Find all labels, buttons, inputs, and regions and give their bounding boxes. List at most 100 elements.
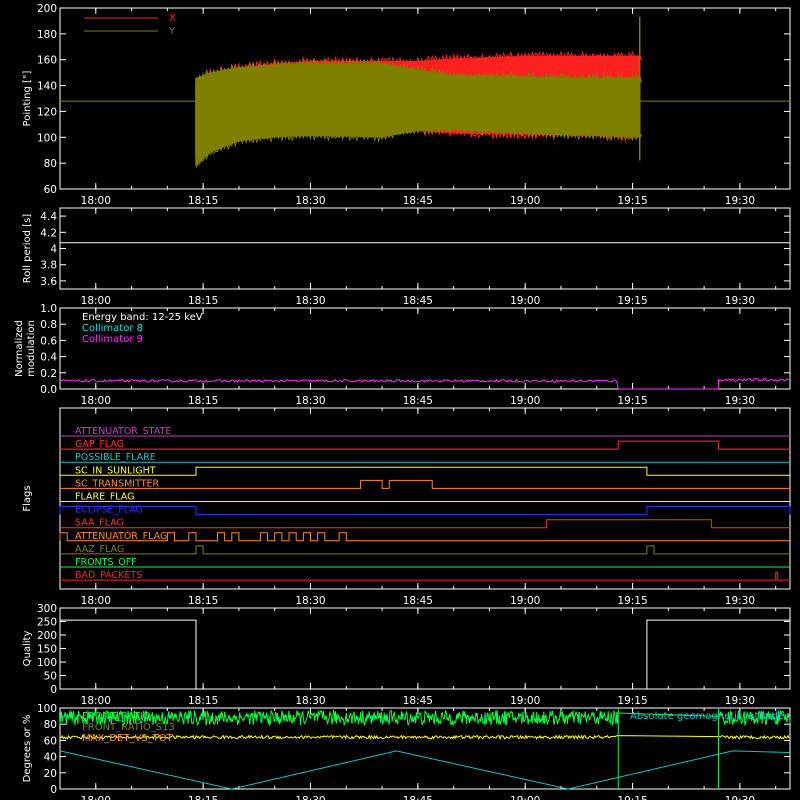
modulation-xtick-label: 18:30 [295,395,325,407]
roll-ytick-label: 3.6 [40,276,57,288]
ratios-ytick-label: 0 [50,784,57,796]
quality-ytick-label: 300 [37,603,57,615]
pointing-xtick-label: 18:30 [295,195,325,207]
modulation-collimator-9-line [59,377,789,390]
roll-xtick-label: 19:00 [510,295,540,307]
ratios-ytick-label: 40 [44,752,57,764]
flag-label-gap_flag: GAP_FLAG [75,439,124,450]
ratios-xtick-label: 18:15 [188,795,218,800]
flags-xtick-label: 19:30 [725,595,755,607]
ratios-legend-2: MAX_DET_VS_TOT [82,733,174,744]
roll-ylabel: Roll period [s] [22,214,33,283]
quality-ytick-label: 200 [37,630,57,642]
ratios-ytick-label: 80 [44,719,57,731]
quality-xtick-label: 18:00 [81,695,111,707]
flag-label-fronts_off: FRONTS_OFF [75,557,137,568]
pointing-ytick-label: 160 [37,55,57,67]
pointing-ytick-label: 140 [37,81,57,93]
ratios-xtick-label: 18:00 [81,795,111,800]
flags-xtick-label: 18:45 [403,595,433,607]
flag-label-sc_transmitter: SC_TRANSMITTER [75,478,160,489]
roll-xtick-label: 19:15 [617,295,647,307]
roll-frame [59,207,791,290]
figure-canvas: Pointing ["]608010012014016018020018:00 1… [14,3,791,800]
pointing-xtick-label: 18:45 [403,195,433,207]
flag-label-attenuator_flag: ATTENUATOR_FLAG [75,531,167,542]
flags-xtick-label: 18:15 [188,595,218,607]
ratios-latitude-line [59,750,791,790]
modulation-ytick-label: 0.8 [40,319,57,331]
roll-xtick-label: 18:00 [81,295,111,307]
roll-xtick-label: 18:30 [295,295,325,307]
ratios-xtick-label: 19:30 [725,795,755,800]
pointing-xtick-label: 19:15 [617,195,647,207]
flag-label-aaz_flag: AAZ_FLAG [75,544,124,555]
quality-xtick-label: 19:00 [510,695,540,707]
quality-ylabel: Quality [22,631,33,667]
modulation-ytick-label: 0.2 [40,368,57,380]
roll-ytick-label: 3.8 [40,260,57,272]
pointing-ytick-label: 180 [37,29,57,41]
flag-line-saa_flag [60,519,790,529]
modulation-ylabel: Normalized [14,320,25,377]
ratios-xtick-label: 19:00 [510,795,540,800]
ratios-ylabel: Degrees or % [22,715,33,783]
quality-xtick-label: 19:30 [725,695,755,707]
roll-xtick-label: 19:30 [725,295,755,307]
quality-xtick-label: 19:15 [617,695,647,707]
modulation-xtick-label: 18:15 [188,395,218,407]
flag-line-sc_transmitter [60,479,790,489]
quality-xtick-label: 18:30 [295,695,325,707]
ratios-xtick-label: 18:45 [403,795,433,800]
modulation-legend-1: Collimator 8 [82,323,143,334]
flags-ylabel: Flags [22,485,33,511]
quality-ytick-label: 0 [50,684,57,696]
modulation-xtick-label: 19:15 [617,395,647,407]
flag-label-bad_packets: BAD_PACKETS [75,570,142,581]
roll-xtick-label: 18:15 [188,295,218,307]
flag-line-eclipse_flag [59,506,791,516]
roll-ytick-label: 4 [50,244,57,256]
ratios-ytick-label: 100 [37,703,57,715]
pointing-xtick-label: 19:00 [510,195,540,207]
quality-ytick-label: 250 [37,617,57,629]
ratios-legend-1: FRONT_RATIO_S13 [82,722,175,733]
modulation-xtick-label: 19:30 [725,395,755,407]
ratios-xtick-label: 18:30 [295,795,325,800]
ratios-annotation: Absolute geomagnetic latitude [630,711,784,722]
pointing-ytick-label: 60 [44,184,57,196]
quality-xtick-label: 18:15 [188,695,218,707]
flag-line-aaz_flag [60,545,790,555]
flag-label-sc_in_sunlight: SC_IN_SUNLIGHT [75,465,156,476]
modulation-xtick-label: 19:00 [510,395,540,407]
roll-xtick-label: 18:45 [403,295,433,307]
flag-line-attenuator_flag [59,532,790,542]
flag-label-attenuator_state: ATTENUATOR_STATE [75,426,171,437]
quality-line [60,619,790,690]
pointing-legend-label-X: X [169,13,176,24]
modulation-legend-0: Energy band: 12-25 keV [82,312,203,323]
quality-ytick-label: 100 [37,657,57,669]
flags-xtick-label: 18:00 [81,595,111,607]
quality-xtick-label: 18:45 [403,695,433,707]
roll-ytick-label: 4.2 [40,227,57,239]
modulation-xtick-label: 18:45 [403,395,433,407]
flag-label-eclipse_flag: ECLIPSE_FLAG [75,505,143,516]
pointing-ytick-label: 120 [37,106,57,118]
modulation-xtick-label: 18:00 [81,395,111,407]
flag-label-saa_flag: SAA_FLAG [75,518,124,529]
roll-ytick-label: 4.4 [40,211,57,223]
modulation-ylabel-2: modulation [26,320,37,377]
quality-ytick-label: 150 [37,644,57,656]
ratios-xtick-label: 19:15 [617,795,647,800]
pointing-ytick-label: 80 [44,158,57,170]
modulation-ytick-label: 0.6 [40,335,57,347]
ratios-ytick-label: 20 [44,768,57,780]
modulation-legend-2: Collimator 9 [82,334,143,345]
pointing-xtick-label: 18:15 [188,195,218,207]
flag-line-sc_in_sunlight [60,466,790,476]
ratios-ytick-label: 60 [44,735,57,747]
flag-label-flare_flag: FLARE_FLAG [75,492,135,503]
quality-ytick-label: 50 [44,671,57,683]
pointing-legend-label-Y: Y [168,26,176,37]
